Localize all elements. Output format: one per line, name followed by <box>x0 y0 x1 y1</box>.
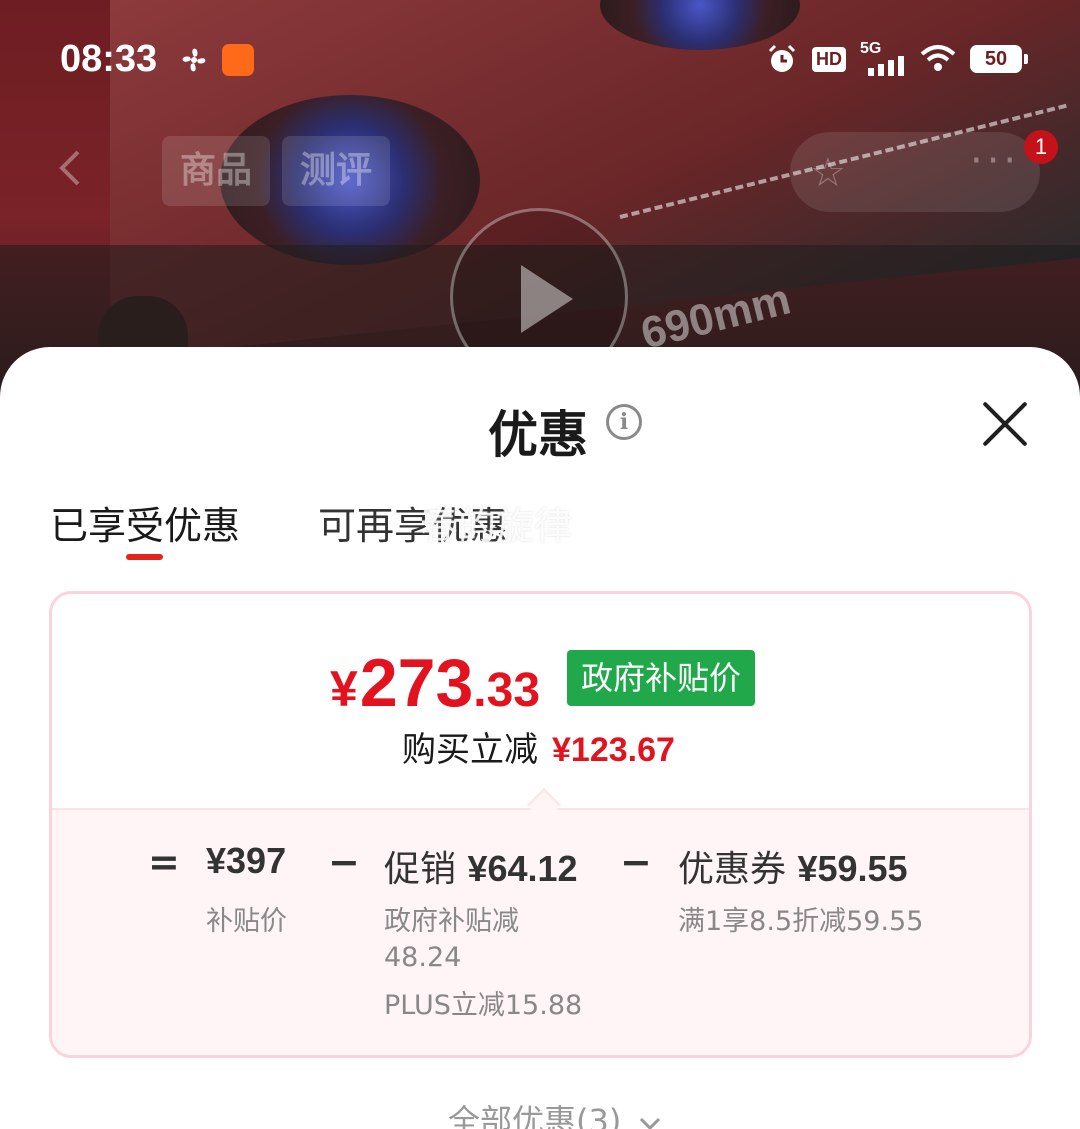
info-icon[interactable]: i <box>606 404 642 440</box>
final-price: ¥ 273 .33 <box>330 644 540 722</box>
chevron-down-icon <box>639 1117 660 1129</box>
tab-product[interactable]: 商品 <box>162 136 271 206</box>
coupon-detail: 满1享8.5折减59.55 <box>678 906 924 937</box>
notification-badge: 1 <box>1024 130 1058 164</box>
promo-detail-plus: PLUS立减15.88 <box>384 990 583 1021</box>
fan-icon <box>182 48 206 72</box>
savings-amount: ¥123.67 <box>552 731 675 769</box>
active-tab-indicator <box>126 554 163 560</box>
tab-more-discounts[interactable]: 可再享优惠 <box>318 495 508 550</box>
close-icon[interactable] <box>978 396 1032 450</box>
back-icon[interactable] <box>52 148 92 188</box>
nav-actions: ☆ ··· <box>790 132 1040 212</box>
app-notification-icon <box>222 44 254 76</box>
battery-icon: 50 <box>970 45 1028 73</box>
more-icon[interactable]: ··· <box>970 138 1020 184</box>
instant-savings: 购买立减 ¥123.67 <box>402 722 675 771</box>
promo-detail-gov: 政府补贴减 48.24 <box>384 906 519 973</box>
base-price: ¥397 <box>206 840 287 881</box>
price-integer: 273 <box>359 645 474 721</box>
alarm-icon <box>768 44 796 72</box>
minus-sign-1: − <box>328 840 360 884</box>
wifi-icon <box>920 45 956 71</box>
price-decimal: .33 <box>473 664 541 717</box>
sheet-title: 优惠 <box>488 406 588 464</box>
hd-icon: HD <box>812 46 846 72</box>
base-price-label: 补贴价 <box>206 906 287 937</box>
tab-reviews[interactable]: 测评 <box>282 136 391 206</box>
price-currency: ¥ <box>330 661 358 717</box>
savings-label: 购买立减 <box>402 730 538 770</box>
status-time: 08:33 <box>60 38 158 80</box>
all-offers-link[interactable]: 全部优惠(3) <box>448 1096 662 1129</box>
favorite-icon[interactable]: ☆ <box>810 150 846 196</box>
status-bar: 08:33 HD 5G 50 <box>0 0 1080 120</box>
coupon-amount: 优惠券 ¥59.55 <box>678 848 908 890</box>
product-nav-tabs: 商品 测评 <box>162 136 391 206</box>
gov-subsidy-badge: 政府补贴价 <box>567 650 756 706</box>
equals-sign: = <box>148 840 180 884</box>
signal-icon: 5G <box>860 40 906 76</box>
price-breakdown-card: ¥ 273 .33 政府补贴价 购买立减 ¥123.67 = ¥397 补贴价 −… <box>49 591 1032 1058</box>
promo-amount: 促销 ¥64.12 <box>384 848 578 890</box>
tab-enjoyed-discounts[interactable]: 已享受优惠 <box>50 495 240 550</box>
minus-sign-2: − <box>620 840 652 884</box>
